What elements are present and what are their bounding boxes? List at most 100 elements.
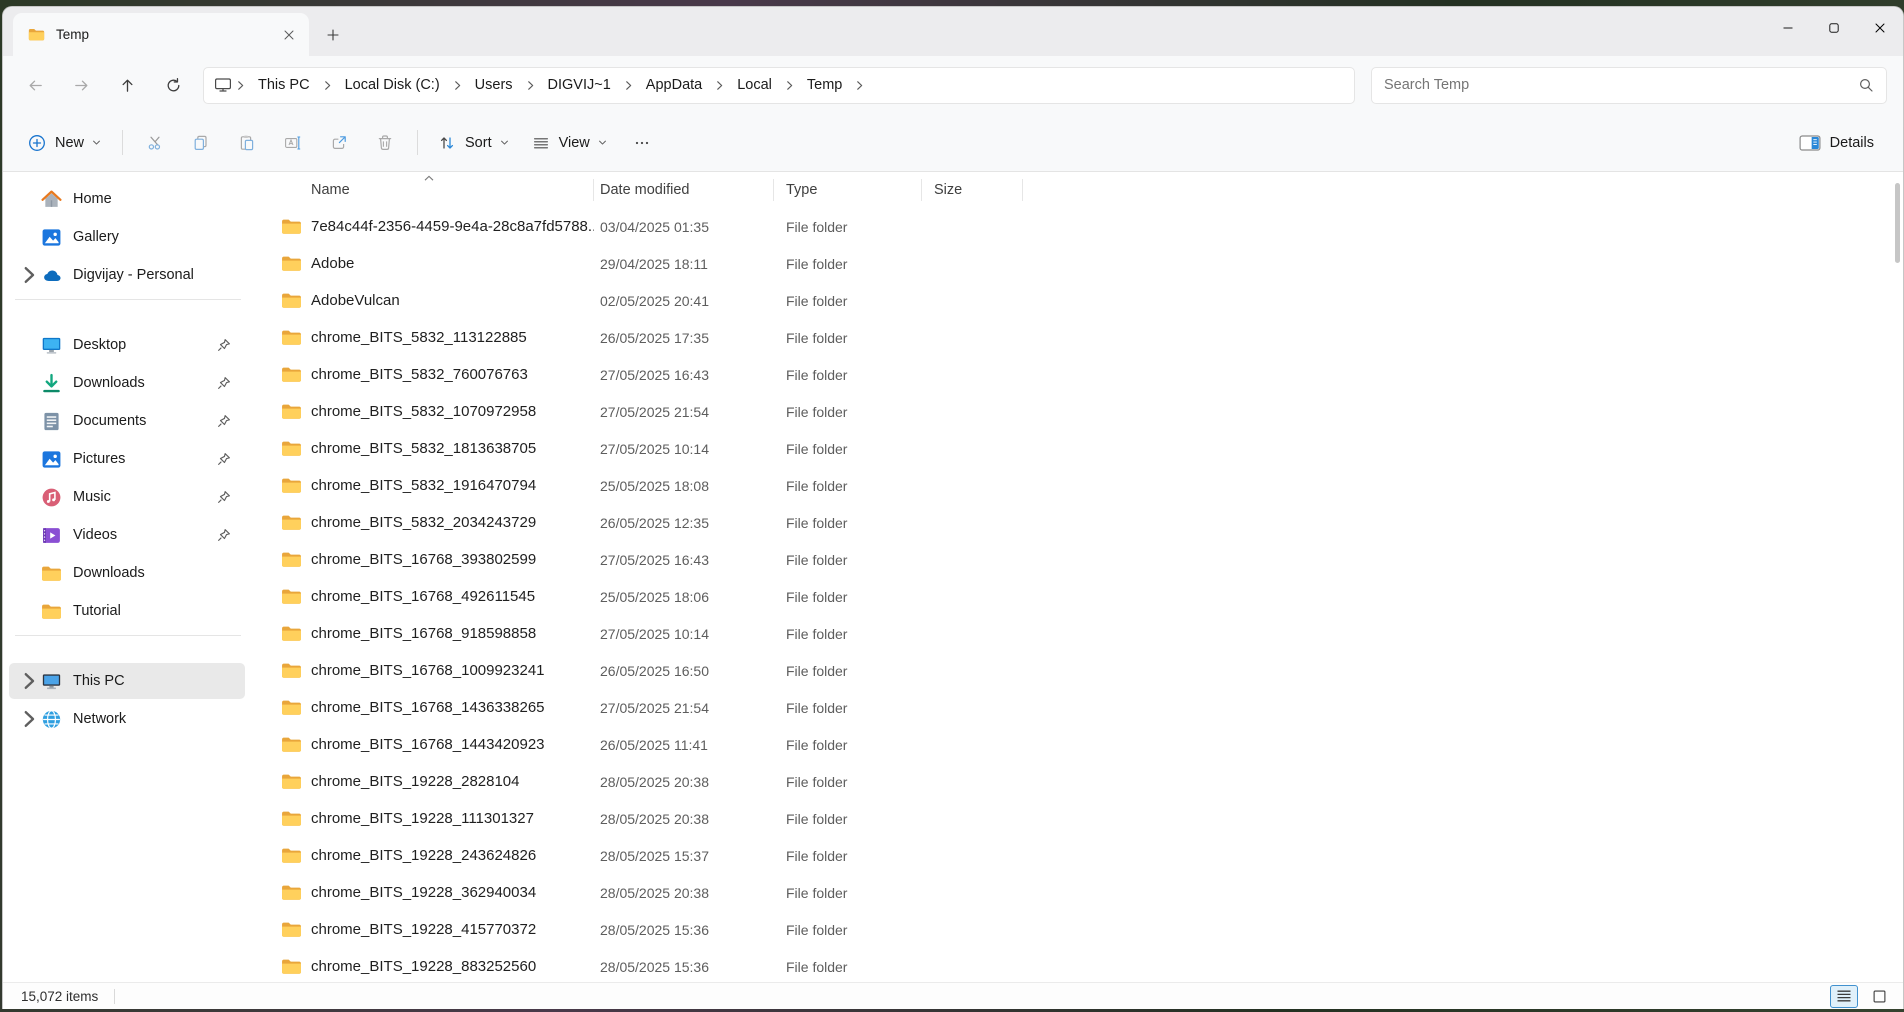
sidebar-item-documents[interactable]: Documents bbox=[9, 403, 245, 439]
file-row[interactable]: chrome_BITS_16768_100992324126/05/2025 1… bbox=[273, 652, 1903, 689]
breadcrumb-item-appdata[interactable]: AppData bbox=[637, 73, 711, 97]
sidebar-item-downloads[interactable]: Downloads bbox=[9, 555, 245, 591]
sidebar-item-gallery[interactable]: Gallery bbox=[9, 219, 245, 255]
file-row[interactable]: chrome_BITS_19228_282810428/05/2025 20:3… bbox=[273, 763, 1903, 800]
column-header-type[interactable]: Type bbox=[774, 179, 922, 201]
file-row[interactable]: chrome_BITS_5832_181363870527/05/2025 10… bbox=[273, 430, 1903, 467]
minimize-button[interactable] bbox=[1765, 7, 1811, 48]
chevron-right-icon[interactable] bbox=[17, 707, 41, 731]
new-tab-button[interactable] bbox=[321, 23, 345, 47]
refresh-button[interactable] bbox=[153, 66, 193, 104]
column-header-date-modified[interactable]: Date modified bbox=[594, 179, 774, 201]
address-bar[interactable]: This PC Local Disk (C:) Users DIGVIJ~1 AppDa… bbox=[203, 67, 1355, 104]
breadcrumb-item-local-disk-c[interactable]: Local Disk (C:) bbox=[336, 73, 449, 97]
sidebar-item-pictures[interactable]: Pictures bbox=[9, 441, 245, 477]
sidebar-item-label: Home bbox=[73, 191, 112, 207]
details-view-button[interactable] bbox=[1830, 985, 1858, 1008]
column-header-size[interactable]: Size bbox=[922, 179, 1023, 201]
onedrive-icon bbox=[41, 265, 62, 286]
file-row[interactable]: Adobe29/04/2025 18:11File folder bbox=[273, 245, 1903, 282]
folder-icon bbox=[281, 366, 302, 383]
file-name: chrome_BITS_16768_1443420923 bbox=[311, 736, 545, 753]
column-header-name[interactable]: Name bbox=[273, 179, 594, 201]
file-type: File folder bbox=[774, 330, 922, 346]
more-button[interactable] bbox=[619, 123, 665, 163]
breadcrumb-chevron-icon bbox=[783, 79, 796, 92]
sidebar-item-digvijay-personal[interactable]: Digvijay - Personal bbox=[9, 257, 245, 293]
sidebar-item-label: Music bbox=[73, 489, 111, 505]
delete-button[interactable] bbox=[362, 123, 408, 163]
breadcrumb-item-this-pc[interactable]: This PC bbox=[249, 73, 319, 97]
sidebar-item-downloads[interactable]: Downloads bbox=[9, 365, 245, 401]
file-row[interactable]: chrome_BITS_5832_203424372926/05/2025 12… bbox=[273, 504, 1903, 541]
file-type: File folder bbox=[774, 589, 922, 605]
thumbnails-view-button[interactable] bbox=[1865, 985, 1893, 1008]
file-type: File folder bbox=[774, 774, 922, 790]
breadcrumb-item-temp[interactable]: Temp bbox=[798, 73, 851, 97]
sort-button[interactable]: Sort bbox=[427, 126, 521, 160]
breadcrumb-item-digvij-1[interactable]: DIGVIJ~1 bbox=[539, 73, 620, 97]
file-name-cell: chrome_BITS_19228_2828104 bbox=[273, 773, 594, 790]
file-row[interactable]: chrome_BITS_5832_107097295827/05/2025 21… bbox=[273, 393, 1903, 430]
search-input[interactable] bbox=[1384, 77, 1850, 93]
file-type: File folder bbox=[774, 700, 922, 716]
share-icon bbox=[330, 134, 348, 152]
file-row[interactable]: chrome_BITS_5832_191647079425/05/2025 18… bbox=[273, 467, 1903, 504]
copy-button[interactable] bbox=[178, 123, 224, 163]
vertical-scrollbar[interactable] bbox=[1895, 183, 1900, 263]
more-icon bbox=[633, 134, 651, 152]
folder-icon bbox=[281, 292, 302, 309]
sidebar-item-tutorial[interactable]: Tutorial bbox=[9, 593, 245, 629]
forward-button[interactable] bbox=[61, 66, 101, 104]
tab-close-button[interactable] bbox=[277, 23, 301, 47]
file-row[interactable]: chrome_BITS_19228_36294003428/05/2025 20… bbox=[273, 874, 1903, 911]
close-button[interactable] bbox=[1857, 7, 1903, 48]
file-row[interactable]: 7e84c44f-2356-4459-9e4a-28c8a7fd5788...0… bbox=[273, 208, 1903, 245]
file-row[interactable]: chrome_BITS_19228_41577037228/05/2025 15… bbox=[273, 911, 1903, 948]
folder-icon bbox=[41, 601, 62, 622]
file-row[interactable]: chrome_BITS_16768_39380259927/05/2025 16… bbox=[273, 541, 1903, 578]
sidebar-item-music[interactable]: Music bbox=[9, 479, 245, 515]
file-date-modified: 27/05/2025 10:14 bbox=[594, 626, 774, 642]
view-button[interactable]: View bbox=[521, 126, 619, 160]
chevron-right-icon[interactable] bbox=[17, 669, 41, 693]
new-button[interactable]: New bbox=[17, 126, 113, 160]
file-row[interactable]: AdobeVulcan02/05/2025 20:41File folder bbox=[273, 282, 1903, 319]
search-box[interactable] bbox=[1371, 67, 1887, 104]
file-row[interactable]: chrome_BITS_19228_11130132728/05/2025 20… bbox=[273, 800, 1903, 837]
sidebar-item-home[interactable]: Home bbox=[9, 181, 245, 217]
maximize-button[interactable] bbox=[1811, 7, 1857, 48]
up-button[interactable] bbox=[107, 66, 147, 104]
file-name-cell: chrome_BITS_5832_760076763 bbox=[273, 366, 594, 383]
chevron-right-icon[interactable] bbox=[17, 263, 41, 287]
rename-button[interactable] bbox=[270, 123, 316, 163]
sidebar-item-network[interactable]: Network bbox=[9, 701, 245, 737]
breadcrumb-item-local[interactable]: Local bbox=[728, 73, 781, 97]
file-row[interactable]: chrome_BITS_19228_88325256028/05/2025 15… bbox=[273, 948, 1903, 982]
folder-icon bbox=[281, 255, 302, 272]
sidebar-item-this-pc[interactable]: This PC bbox=[9, 663, 245, 699]
breadcrumb-item-users[interactable]: Users bbox=[466, 73, 522, 97]
file-date-modified: 26/05/2025 16:50 bbox=[594, 663, 774, 679]
sidebar-item-label: This PC bbox=[73, 673, 125, 689]
file-row[interactable]: chrome_BITS_16768_49261154525/05/2025 18… bbox=[273, 578, 1903, 615]
file-type: File folder bbox=[774, 811, 922, 827]
share-button[interactable] bbox=[316, 123, 362, 163]
file-date-modified: 28/05/2025 20:38 bbox=[594, 811, 774, 827]
paste-button[interactable] bbox=[224, 123, 270, 163]
details-button[interactable]: Details bbox=[1788, 126, 1885, 160]
sidebar-item-desktop[interactable]: Desktop bbox=[9, 327, 245, 363]
file-row[interactable]: chrome_BITS_16768_91859885827/05/2025 10… bbox=[273, 615, 1903, 652]
file-row[interactable]: chrome_BITS_19228_24362482628/05/2025 15… bbox=[273, 837, 1903, 874]
sidebar-item-videos[interactable]: Videos bbox=[9, 517, 245, 553]
file-row[interactable]: chrome_BITS_5832_76007676327/05/2025 16:… bbox=[273, 356, 1903, 393]
refresh-icon bbox=[165, 77, 182, 94]
tab-temp[interactable]: Temp bbox=[13, 13, 309, 56]
cut-button[interactable] bbox=[132, 123, 178, 163]
file-row[interactable]: chrome_BITS_16768_143633826527/05/2025 2… bbox=[273, 689, 1903, 726]
back-button[interactable] bbox=[15, 66, 55, 104]
file-row[interactable]: chrome_BITS_16768_144342092326/05/2025 1… bbox=[273, 726, 1903, 763]
file-name: chrome_BITS_5832_1070972958 bbox=[311, 403, 536, 420]
folder-icon bbox=[281, 884, 302, 901]
file-row[interactable]: chrome_BITS_5832_11312288526/05/2025 17:… bbox=[273, 319, 1903, 356]
